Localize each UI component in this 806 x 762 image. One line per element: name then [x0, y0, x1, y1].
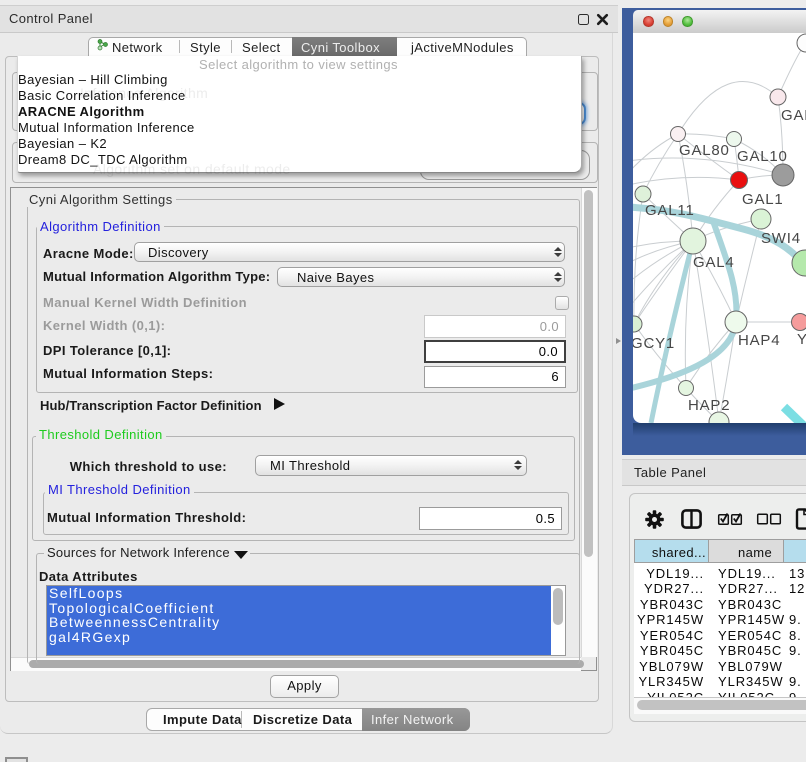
svg-text:GCY1: GCY1	[633, 335, 675, 352]
svg-text:GAL11: GAL11	[645, 202, 695, 219]
svg-text:GAL7: GAL7	[781, 107, 806, 124]
svg-text:HAP2: HAP2	[688, 397, 730, 414]
svg-text:SWI4: SWI4	[761, 230, 801, 247]
svg-text:HAP4: HAP4	[738, 332, 780, 349]
svg-text:GAL4: GAL4	[693, 254, 735, 271]
svg-text:GAL80: GAL80	[679, 142, 730, 159]
svg-text:GAL10: GAL10	[737, 148, 788, 165]
svg-text:Y: Y	[797, 331, 806, 348]
svg-text:GAL1: GAL1	[742, 191, 784, 208]
